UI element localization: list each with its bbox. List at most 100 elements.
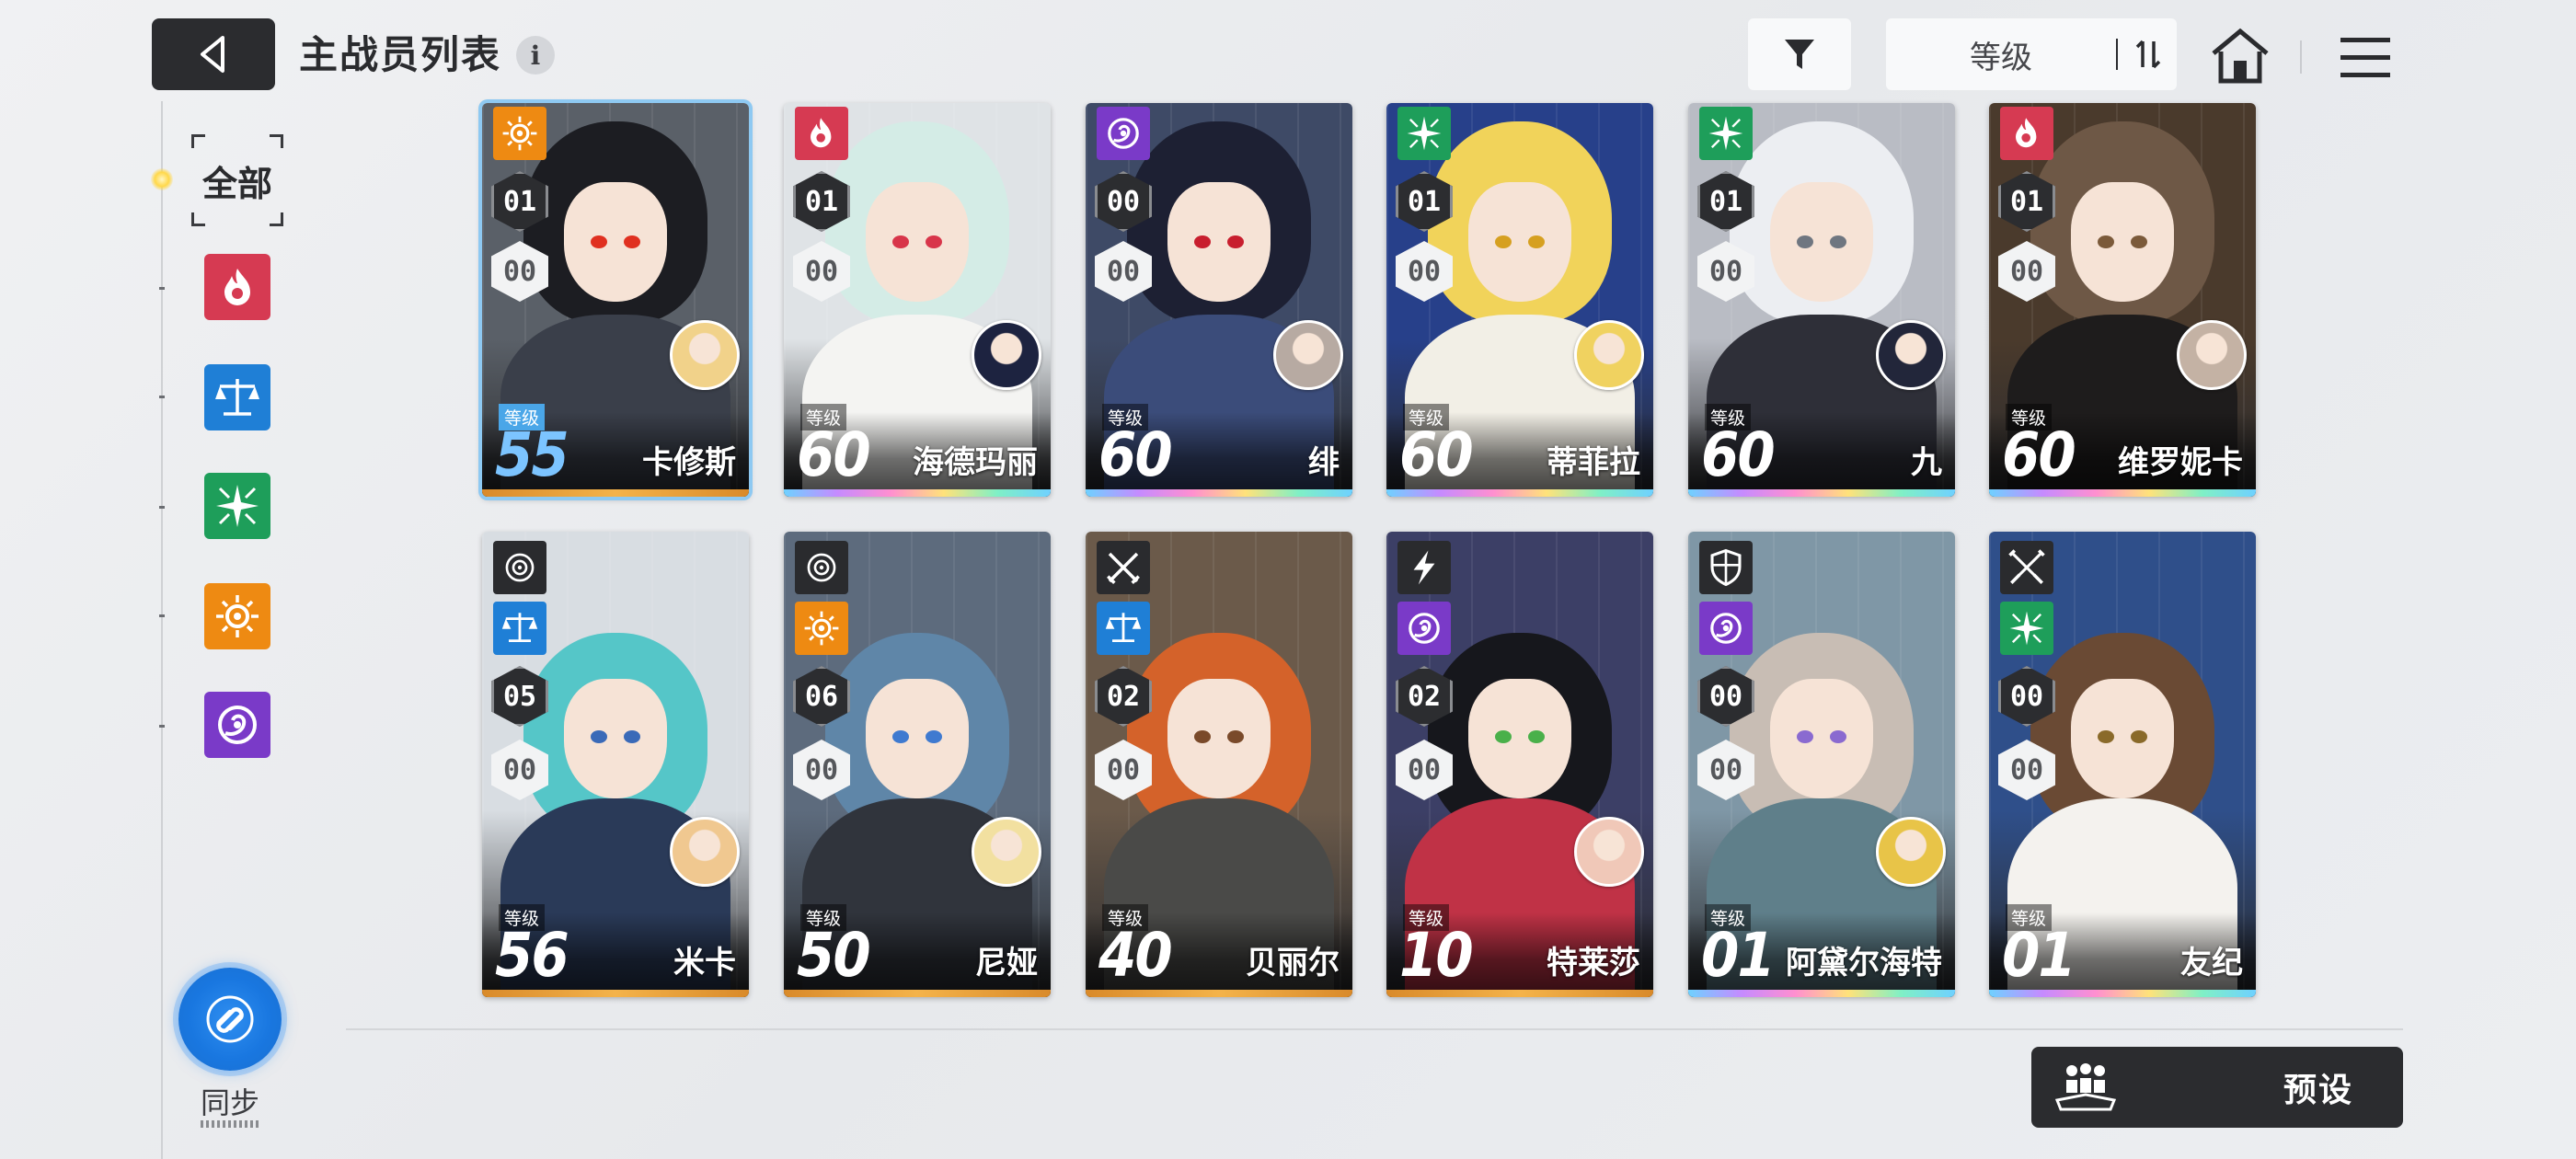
character-card[interactable]: 00 00 等级 60 绯 <box>1086 103 1352 497</box>
character-name: 友纪 <box>2180 946 2243 981</box>
rarity-edge <box>482 990 749 997</box>
character-name: 九 <box>1911 445 1942 480</box>
class-badge <box>1097 541 1150 594</box>
preset-label: 预设 <box>2283 1071 2353 1108</box>
filter-button[interactable] <box>1748 18 1851 90</box>
menu-button[interactable] <box>2333 26 2398 90</box>
flame-element-icon <box>2016 118 2037 148</box>
crossed-swords-class-icon <box>1107 552 1140 584</box>
filter-element-sun[interactable] <box>204 583 270 649</box>
home-button[interactable] <box>2206 22 2274 90</box>
character-name: 蒂菲拉 <box>1547 445 1640 480</box>
level-number: 60 <box>1098 419 1173 490</box>
support-avatar <box>972 320 1041 390</box>
sort-dropdown[interactable]: 等级 <box>1886 18 2177 90</box>
filter-element-void[interactable] <box>204 692 270 758</box>
filter-element-balance[interactable] <box>204 364 270 430</box>
character-card[interactable]: 00 00 等级 01 友纪 <box>1989 532 2256 997</box>
home-icon <box>2212 28 2269 84</box>
info-icon[interactable]: i <box>516 36 555 75</box>
level-number: 01 <box>1701 920 1776 991</box>
character-name: 阿黛尔海特 <box>1786 946 1942 981</box>
character-card[interactable]: 01 00 等级 60 蒂菲拉 <box>1386 103 1653 497</box>
character-card[interactable]: 02 00 等级 40 贝丽尔 <box>1086 532 1352 997</box>
vortex-element-icon <box>218 706 257 744</box>
rarity-edge <box>1688 990 1955 997</box>
level-number: 50 <box>797 920 871 991</box>
support-avatar <box>670 320 740 390</box>
scales-element-icon <box>215 379 259 416</box>
level-number: 01 <box>2002 920 2076 991</box>
element-badge <box>2000 107 2053 160</box>
sidebar-tick <box>159 396 165 398</box>
character-card[interactable]: 02 00 等级 10 特莱莎 <box>1386 532 1653 997</box>
shield-class-icon <box>1710 548 1742 587</box>
element-badge <box>795 107 848 160</box>
scales-element-icon <box>501 613 538 642</box>
class-badge <box>2000 541 2053 594</box>
character-card[interactable]: 06 00 等级 50 尼娅 <box>784 532 1051 997</box>
squad-people-icon <box>2054 1063 2117 1111</box>
character-name: 绯 <box>1308 445 1340 480</box>
sort-toggle-icon <box>2135 40 2161 69</box>
rarity-edge <box>1086 489 1352 497</box>
character-card[interactable]: 01 00 等级 60 九 <box>1688 103 1955 497</box>
sync-label: 同步 <box>200 1086 259 1119</box>
character-card[interactable]: 01 00 等级 55 卡修斯 <box>482 103 749 497</box>
back-button[interactable] <box>152 18 275 90</box>
element-badge <box>2000 602 2053 655</box>
support-avatar <box>1574 817 1644 887</box>
selected-indicator <box>151 168 173 190</box>
rarity-edge <box>784 489 1051 497</box>
sync-progress-decoration <box>201 1120 261 1128</box>
sync-widget: 同步 <box>175 957 294 1141</box>
filter-element-cross[interactable] <box>204 473 270 539</box>
rarity-edge <box>1688 489 1955 497</box>
sun-element-icon <box>502 116 537 151</box>
filter-all[interactable]: 全部 <box>191 134 283 226</box>
rarity-edge <box>1386 489 1653 497</box>
footer-divider <box>346 1028 2403 1030</box>
star-cross-element-icon <box>2009 611 2044 646</box>
element-badge <box>1097 107 1150 160</box>
element-badge <box>1699 602 1753 655</box>
sidebar-tick <box>159 614 165 617</box>
character-card[interactable]: 01 00 等级 60 维罗妮卡 <box>1989 103 2256 497</box>
sidebar-tick <box>159 287 165 290</box>
sidebar-tick <box>159 506 165 509</box>
filter-funnel-icon <box>1785 40 1814 69</box>
support-avatar <box>1574 320 1644 390</box>
star-cross-element-icon <box>1708 116 1743 151</box>
vortex-element-icon <box>1409 613 1440 644</box>
element-badge <box>795 602 848 655</box>
sidebar-rail <box>161 101 163 1159</box>
filter-all-label: 全部 <box>201 165 272 204</box>
level-number: 60 <box>2002 419 2076 490</box>
character-card[interactable]: 05 00 等级 56 米卡 <box>482 532 749 997</box>
rarity-edge <box>1989 489 2256 497</box>
hamburger-menu-icon <box>2340 38 2390 77</box>
flame-element-icon <box>811 118 832 148</box>
class-badge <box>1699 541 1753 594</box>
sync-button[interactable] <box>178 968 282 1071</box>
support-avatar <box>1876 817 1946 887</box>
sun-element-icon <box>216 595 259 637</box>
sort-order-toggle[interactable] <box>2123 18 2175 90</box>
character-card[interactable]: 01 00 等级 60 海德玛丽 <box>784 103 1051 497</box>
character-name: 贝丽尔 <box>1246 946 1340 981</box>
support-avatar <box>670 817 740 887</box>
sync-link-icon <box>206 995 254 1043</box>
character-card[interactable]: 00 00 等级 01 阿黛尔海特 <box>1688 532 1955 997</box>
sort-divider <box>2116 39 2118 70</box>
level-number: 40 <box>1098 920 1173 991</box>
preset-button[interactable]: 预设 <box>2031 1047 2403 1128</box>
class-badge <box>795 541 848 594</box>
sort-label: 等级 <box>1970 40 2032 75</box>
target-class-icon <box>807 553 836 582</box>
scales-element-icon <box>1105 613 1142 642</box>
target-class-icon <box>505 553 535 582</box>
element-badge <box>493 107 546 160</box>
top-divider <box>2300 40 2302 74</box>
filter-element-burning[interactable] <box>204 254 270 320</box>
character-name: 尼娅 <box>975 946 1038 981</box>
